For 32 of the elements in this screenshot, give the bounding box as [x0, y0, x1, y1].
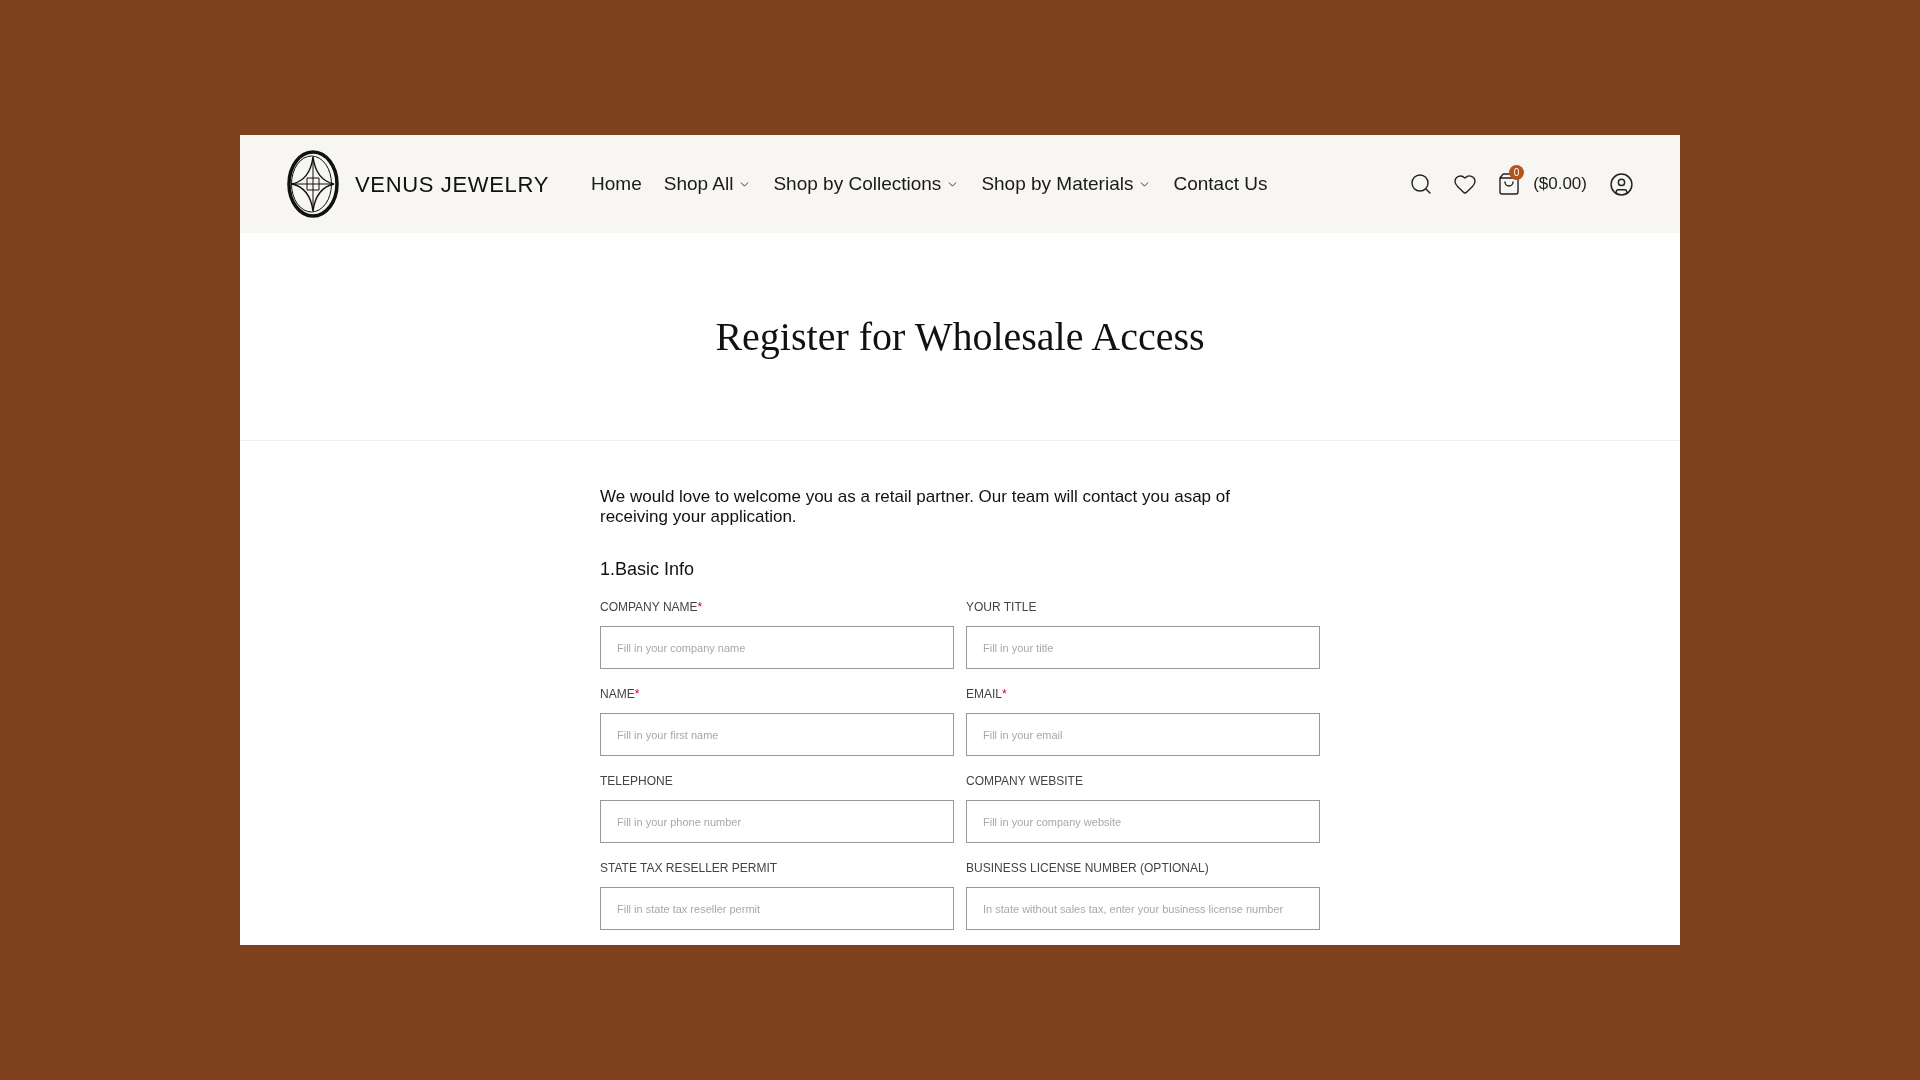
field-label: COMPANY WEBSITE — [966, 773, 1083, 789]
input-field[interactable]: Fill in state tax reseller permit — [600, 887, 954, 930]
input-field[interactable]: Fill in your email — [966, 713, 1320, 756]
brand-name[interactable]: VENUS JEWELRY — [355, 167, 549, 201]
heart-icon — [1453, 172, 1478, 196]
input-field[interactable]: Fill in your first name — [600, 713, 954, 756]
field-label: BUSINESS LICENSE NUMBER (OPTIONAL) — [966, 860, 1209, 876]
input-field[interactable]: Fill in your company website — [966, 800, 1320, 843]
page-title: Register for Wholesale Access — [715, 316, 1205, 357]
input-field[interactable]: Fill in your title — [966, 626, 1320, 669]
wishlist-button[interactable] — [1453, 172, 1478, 196]
intro-text: We would love to welcome you as a retail partner. Our team will contact you asap of receiving your application. — [600, 487, 1231, 527]
cart-count: 0 — [1509, 165, 1525, 180]
star-emblem-icon — [287, 150, 339, 218]
account-button[interactable] — [1609, 171, 1634, 197]
nav-link[interactable]: Contact Us — [1173, 169, 1268, 199]
field-label: STATE TAX RESELLER PERMIT — [600, 860, 778, 876]
field-label: YOUR TITLE — [966, 599, 1037, 615]
nav-link[interactable]: Shop by Materials — [981, 169, 1152, 199]
field-label: EMAIL* — [966, 686, 1007, 702]
input-field[interactable]: Fill in your phone number — [600, 800, 954, 843]
cart-total: ($0.00) — [1533, 173, 1587, 196]
field-label: COMPANY NAME* — [600, 599, 703, 615]
input-field[interactable]: Fill in your company name — [600, 626, 954, 669]
section-heading: 1.Basic Info — [600, 558, 696, 580]
user-icon — [1609, 171, 1634, 197]
nav-link[interactable]: Shop All — [663, 169, 752, 199]
field-label: TELEPHONE — [600, 773, 673, 789]
nav-link[interactable]: Shop by Collections — [773, 169, 960, 199]
nav-link[interactable]: Home — [591, 169, 642, 199]
field-label: NAME* — [600, 686, 640, 702]
input-field[interactable]: In state without sales tax, enter your business license number — [966, 887, 1320, 930]
